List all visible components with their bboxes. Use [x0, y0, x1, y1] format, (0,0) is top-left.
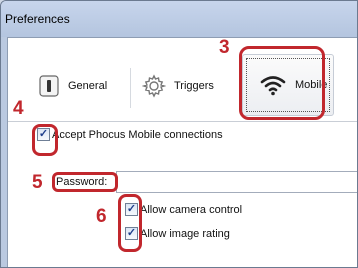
annotation-outline-mobile-tab	[239, 46, 325, 120]
allow-camera-control-row[interactable]: ✓ Allow camera control	[125, 203, 242, 216]
tab-triggers[interactable]: Triggers	[142, 60, 234, 112]
allow-camera-control-label: Allow camera control	[140, 203, 243, 216]
tab-separator	[130, 68, 131, 108]
annotation-number-4: 4	[13, 98, 24, 119]
allow-image-rating-label: Allow image rating	[140, 227, 230, 240]
annotation-outline-accept-checkbox	[32, 124, 58, 156]
title-bar[interactable]: Preferences	[1, 1, 357, 37]
switch-icon	[38, 74, 60, 98]
tab-general[interactable]: General	[38, 60, 122, 112]
tab-triggers-label: Triggers	[174, 80, 214, 92]
annotation-number-6: 6	[96, 206, 107, 227]
gear-icon	[142, 74, 166, 98]
annotation-number-5: 5	[32, 172, 43, 193]
annotation-outline-password-label	[52, 172, 118, 192]
annotation-number-3: 3	[219, 37, 230, 58]
accept-connections-label: Accept Phocus Mobile connections	[52, 128, 223, 141]
preferences-window: Preferences General Triggers Mobile ✓ Ac…	[0, 0, 358, 268]
window-title: Preferences	[5, 12, 70, 26]
tab-general-label: General	[68, 80, 108, 92]
accept-connections-row[interactable]: ✓ Accept Phocus Mobile connections	[37, 128, 223, 141]
annotation-outline-permission-checkboxes	[118, 194, 142, 252]
password-field[interactable]	[116, 171, 357, 193]
